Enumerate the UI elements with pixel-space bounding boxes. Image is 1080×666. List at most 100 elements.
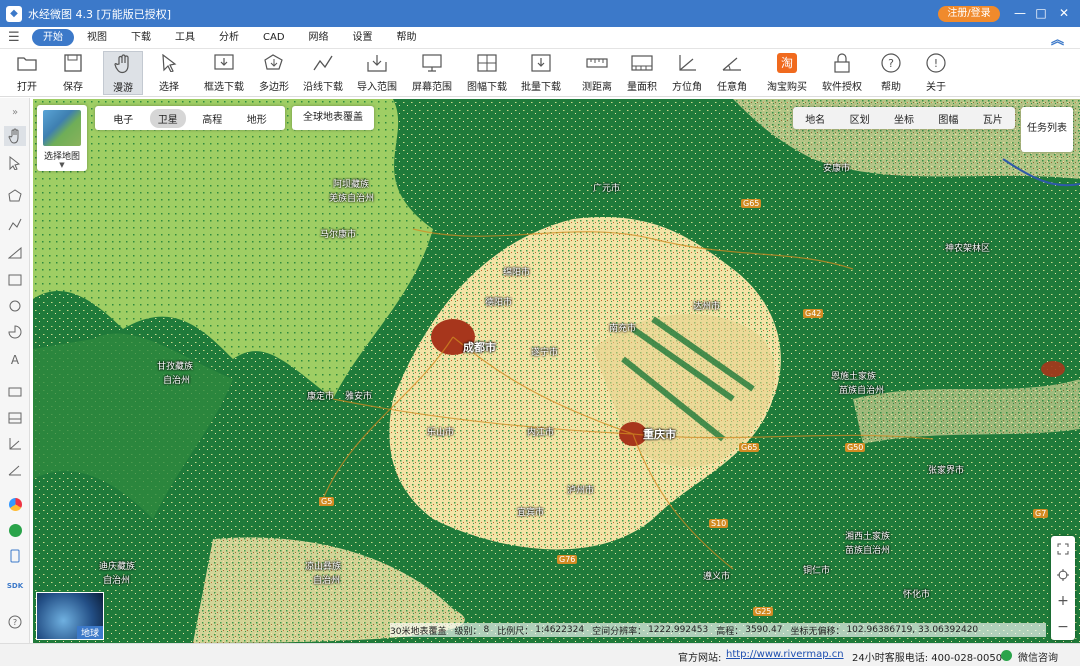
measure-area-button[interactable]: 量面积 [625,51,659,95]
menu-analysis[interactable]: 分析 [208,29,250,46]
color-circle-icon[interactable] [4,494,26,514]
menu-start[interactable]: 开始 [32,29,74,46]
site-link[interactable]: http://www.rivermap.cn [726,649,844,660]
area-icon[interactable] [4,408,26,428]
place-label: 湘西土家族 [845,532,891,542]
menu-help[interactable]: 帮助 [386,29,428,46]
globe-view-button[interactable]: 地球 [36,592,104,640]
place-label: 苗族自治州 [839,386,885,396]
app-title: 水经微图 4.3 [万能版已授权] [28,7,172,21]
hand-icon[interactable] [4,126,26,146]
hamburger-menu-icon[interactable]: ☰ [8,30,26,45]
box-download-button[interactable]: 框选下载 [202,51,246,95]
road-shield: G65 [741,199,762,208]
svg-text:?: ? [888,57,894,70]
help-icon[interactable]: ? [4,612,26,632]
map-view[interactable]: 选择地图 ▼ 电子 卫星 高程 地形 全球地表覆盖 地名 区划 坐标 图幅 瓦片… [33,99,1080,643]
zoom-in-icon[interactable]: + [1051,588,1075,614]
place-label: 乐山市 [427,428,455,438]
hand-icon [111,52,135,76]
open-button[interactable]: 打开 [12,51,42,95]
save-button[interactable]: 保存 [58,51,88,95]
collapse-ribbon-icon[interactable]: ︽ [1051,29,1064,48]
login-button[interactable]: 注册/登录 [938,6,1000,22]
polygon-icon [262,51,286,75]
measure-distance-button[interactable]: 测距离 [580,51,614,95]
sector-icon[interactable] [4,322,26,342]
maximize-icon[interactable]: □ [1031,4,1051,22]
place-label: 自治州 [163,376,191,386]
menu-cad[interactable]: CAD [252,29,296,46]
road-shield: G76 [557,555,578,564]
sheet-download-button[interactable]: 图幅下载 [465,51,509,95]
global-land-cover-button[interactable]: 全球地表覆盖 [292,106,374,130]
license-button[interactable]: 软件授权 [820,51,864,95]
menu-network[interactable]: 网络 [298,29,340,46]
place-label: 羌族自治州 [329,194,375,204]
place-label: 泸州市 [567,486,595,496]
layer-coordinates[interactable]: 坐标 [894,111,914,126]
import-range-button[interactable]: 导入范围 [356,51,398,95]
layer-districts[interactable]: 区划 [850,111,870,126]
text-icon[interactable]: A [4,350,26,370]
angle-icon[interactable] [4,460,26,480]
polyline-icon[interactable] [4,214,26,234]
menu-tools[interactable]: 工具 [164,29,206,46]
select-button[interactable]: 选择 [155,51,183,95]
zoom-out-icon[interactable]: − [1051,614,1075,640]
green-circle-icon[interactable] [4,520,26,540]
menu-bar: ☰ 开始 视图 下载 工具 分析 CAD 网络 设置 帮助 [0,27,1080,49]
marker-polygon-icon[interactable] [4,186,26,206]
map-type-terrain[interactable]: 地形 [239,109,275,128]
area-draw-icon[interactable] [4,242,26,262]
place-label: 广元市 [593,184,621,194]
rectangle-icon[interactable] [4,270,26,290]
map-type-electronic[interactable]: 电子 [105,109,141,128]
map-type-satellite[interactable]: 卫星 [149,108,186,128]
taobao-buy-button[interactable]: 淘 淘宝购买 [765,51,809,95]
screen-range-button[interactable]: 屏幕范围 [410,51,454,95]
wechat-link[interactable]: 微信咨询 [1018,649,1058,664]
cursor-icon[interactable] [4,153,26,173]
layer-tiles[interactable]: 瓦片 [983,111,1003,126]
phone-icon[interactable] [4,546,26,566]
place-label: 遂宁市 [531,348,559,358]
menu-settings[interactable]: 设置 [342,29,384,46]
locate-icon[interactable] [1051,562,1075,588]
expand-panel-icon[interactable]: » [4,102,26,122]
menu-view[interactable]: 视图 [76,29,118,46]
place-label: 绵阳市 [503,268,531,278]
ruler-icon[interactable] [4,382,26,402]
select-map-button[interactable]: 选择地图 ▼ [37,105,87,171]
any-angle-button[interactable]: 任意角 [715,51,749,95]
about-button[interactable]: ! 关于 [922,51,950,95]
layer-sheets[interactable]: 图幅 [938,111,958,126]
polygon-button[interactable]: 多边形 [257,51,291,95]
fullscreen-icon[interactable] [1051,536,1075,562]
svg-text:!: ! [934,57,938,70]
task-list-button[interactable]: 任务列表 [1021,107,1073,152]
import-icon [365,51,389,75]
pan-button[interactable]: 漫游 [103,51,143,95]
menu-download[interactable]: 下载 [120,29,162,46]
ruler-icon [585,51,609,75]
sdk-icon[interactable]: SDK [4,576,26,596]
map-type-elevation[interactable]: 高程 [194,109,230,128]
grid-sheet-icon [475,51,499,75]
azimuth-icon[interactable] [4,434,26,454]
azimuth-button[interactable]: 方位角 [670,51,704,95]
help-button[interactable]: ? 帮助 [877,51,905,95]
status-elevation-label: 高程： [716,626,744,637]
place-label: 安康市 [823,164,851,174]
close-icon[interactable]: ✕ [1054,4,1074,22]
circle-icon[interactable] [4,296,26,316]
line-download-button[interactable]: 沿线下载 [302,51,344,95]
place-label: 德阳市 [485,298,513,308]
batch-download-button[interactable]: 批量下载 [520,51,562,95]
place-label: 内江市 [527,428,555,438]
status-crs-label: 坐标无偏移： [790,626,845,637]
layer-toggle-bar: 地名 区划 坐标 图幅 瓦片 [793,107,1015,129]
layer-place-names[interactable]: 地名 [805,111,825,126]
minimize-icon[interactable]: — [1010,4,1030,22]
hotline-text: 24小时客服电话: 400-028-0050 [852,653,1003,664]
